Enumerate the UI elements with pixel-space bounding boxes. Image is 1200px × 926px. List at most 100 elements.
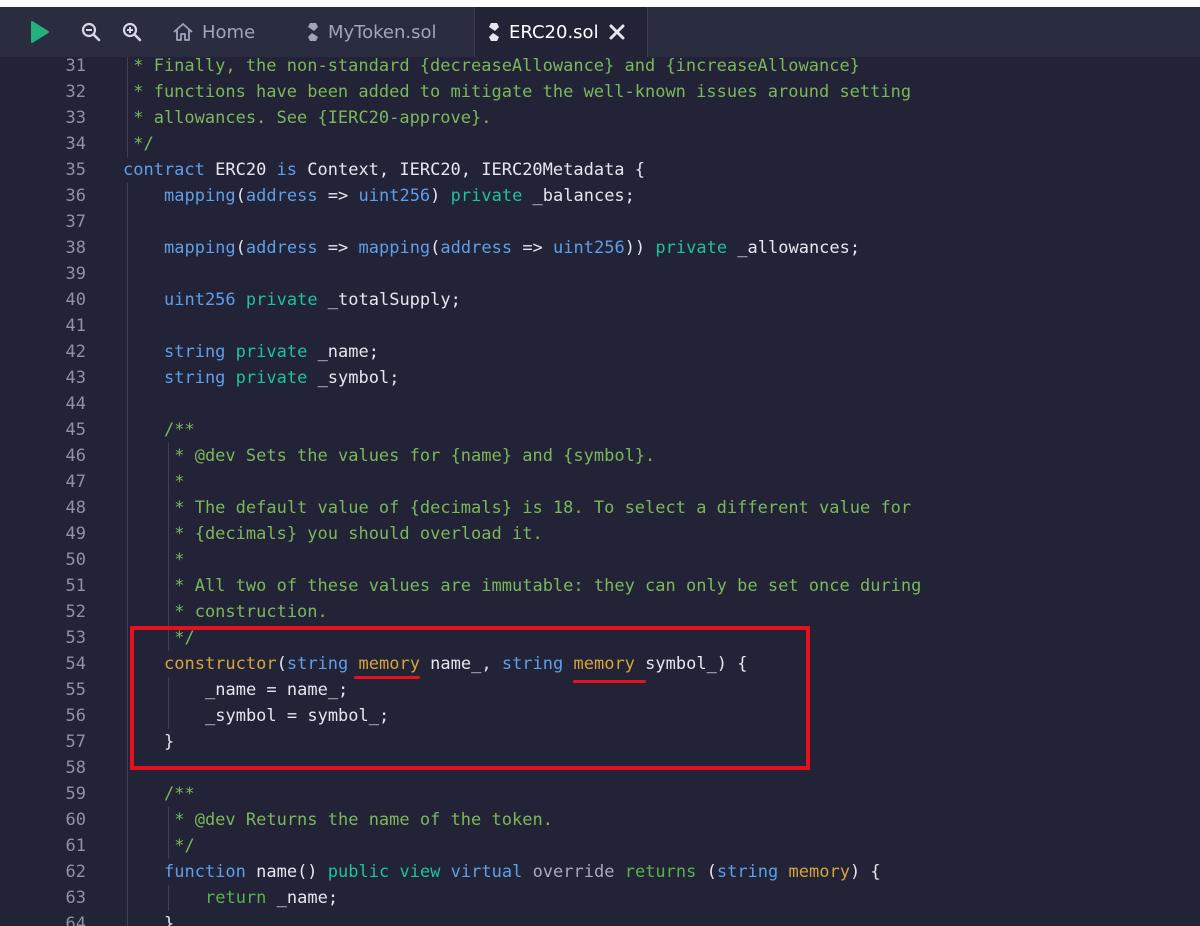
zoom-out-button[interactable] — [74, 7, 108, 57]
code-line: 35 contract ERC20 is Context, IERC20, IER… — [0, 157, 1200, 183]
code-token: => — [317, 186, 359, 206]
code-token: ) — [430, 186, 451, 206]
code-token: view — [399, 862, 441, 882]
code-line: 51 * All two of these values are immutab… — [0, 573, 1200, 599]
code-text: */ — [123, 131, 153, 157]
code-token: ( — [235, 186, 246, 206]
code-token: is — [276, 160, 298, 180]
code-text: * All two of these values are immutable:… — [164, 573, 921, 599]
line-number: 48 — [65, 498, 86, 518]
code-token: ERC20 — [204, 160, 277, 180]
code-line: 46 * @dev Sets the values for {name} and… — [0, 443, 1200, 469]
code-line: 40 uint256 private _totalSupply; — [0, 287, 1200, 313]
code-line: 50 * — [0, 547, 1200, 573]
code-token: _name; — [266, 888, 339, 908]
code-token: * All two of these values are immutable:… — [164, 576, 922, 596]
code-token: * allowances. See {IERC20-approve}. — [123, 108, 492, 128]
code-text: mapping(address => mapping(address => ui… — [164, 235, 860, 261]
code-token: * The default value of {decimals} is 18.… — [164, 498, 912, 518]
line-number: 46 — [65, 446, 86, 466]
code-line: 37 — [0, 209, 1200, 235]
code-token: => — [512, 238, 554, 258]
code-token: /** — [164, 420, 195, 440]
run-button[interactable] — [22, 7, 58, 57]
line-number: 43 — [65, 368, 86, 388]
code-line: 38 mapping(address => mapping(address => … — [0, 235, 1200, 261]
code-token: => — [317, 238, 359, 258]
code-token: private — [245, 290, 318, 310]
code-token: string — [164, 342, 226, 362]
code-text: * @dev Sets the values for {name} and {s… — [164, 443, 655, 469]
underline-mark — [573, 680, 646, 683]
line-number: 63 — [65, 888, 86, 908]
line-number: 37 — [65, 212, 86, 232]
tab-label: MyToken.sol — [328, 21, 437, 43]
code-line: 43 string private _symbol; — [0, 365, 1200, 391]
code-line: 52 * construction. — [0, 599, 1200, 625]
code-text: * functions have been added to mitigate … — [123, 79, 911, 105]
code-text: * @dev Returns the name of the token. — [164, 807, 553, 833]
close-icon[interactable] — [609, 24, 625, 40]
code-text: function name() public view virtual over… — [164, 859, 881, 885]
code-text: } — [164, 911, 174, 926]
code-token: mapping — [358, 238, 431, 258]
line-number: 57 — [65, 732, 86, 752]
tab-label: ERC20.sol — [509, 21, 599, 43]
code-token: string — [164, 368, 226, 388]
code-editor[interactable]: 31 * Finally, the non-standard {decrease… — [0, 57, 1200, 926]
line-number: 60 — [65, 810, 86, 830]
code-token: )) — [624, 238, 656, 258]
code-token: override — [532, 862, 615, 882]
code-line: 62 function name() public view virtual ov… — [0, 859, 1200, 885]
line-number: 54 — [65, 654, 86, 674]
code-text: return _name; — [205, 885, 338, 911]
code-token: private — [235, 342, 308, 362]
solidity-icon — [306, 21, 320, 43]
code-line: 45 /** — [0, 417, 1200, 443]
code-token: string — [716, 862, 779, 882]
line-number: 58 — [65, 758, 86, 778]
home-icon — [172, 21, 194, 43]
line-number: 51 — [65, 576, 86, 596]
play-icon — [31, 21, 49, 43]
line-number: 39 — [65, 264, 86, 284]
line-number: 59 — [65, 784, 86, 804]
code-token: _name; — [307, 342, 379, 362]
code-token: * @dev Returns the name of the token. — [164, 810, 553, 830]
code-token: private — [655, 238, 728, 258]
code-token: uint256 — [164, 290, 236, 310]
highlight-box — [130, 626, 810, 770]
code-token: uint256 — [553, 238, 625, 258]
code-token: } — [164, 914, 175, 926]
code-token: ( — [696, 862, 717, 882]
code-text: * — [164, 547, 184, 573]
code-token: * @dev Sets the values for {name} and {s… — [164, 446, 656, 466]
zoom-out-icon — [81, 22, 101, 42]
code-token: contract — [123, 160, 205, 180]
tab-label: Home — [202, 21, 256, 43]
code-token: address — [440, 238, 513, 258]
code-token: _balances; — [522, 186, 635, 206]
code-token: * {decimals} you should overload it. — [164, 524, 543, 544]
code-token: mapping — [164, 238, 236, 258]
window-top-strip — [0, 0, 1200, 7]
line-number: 55 — [65, 680, 86, 700]
code-text: * — [164, 469, 184, 495]
tab-mytoken-sol[interactable]: MyToken.sol — [294, 7, 476, 57]
code-text: uint256 private _totalSupply; — [164, 287, 461, 313]
tab-home[interactable]: Home — [160, 7, 302, 57]
line-number: 49 — [65, 524, 86, 544]
zoom-in-button[interactable] — [115, 7, 149, 57]
code-token: /** — [164, 784, 195, 804]
code-line: 48 * The default value of {decimals} is … — [0, 495, 1200, 521]
line-number: 62 — [65, 862, 86, 882]
code-token: * — [164, 550, 185, 570]
line-number: 42 — [65, 342, 86, 362]
code-line: 36 mapping(address => uint256) private _b… — [0, 183, 1200, 209]
tab-erc20-sol[interactable]: ERC20.sol — [474, 7, 648, 57]
